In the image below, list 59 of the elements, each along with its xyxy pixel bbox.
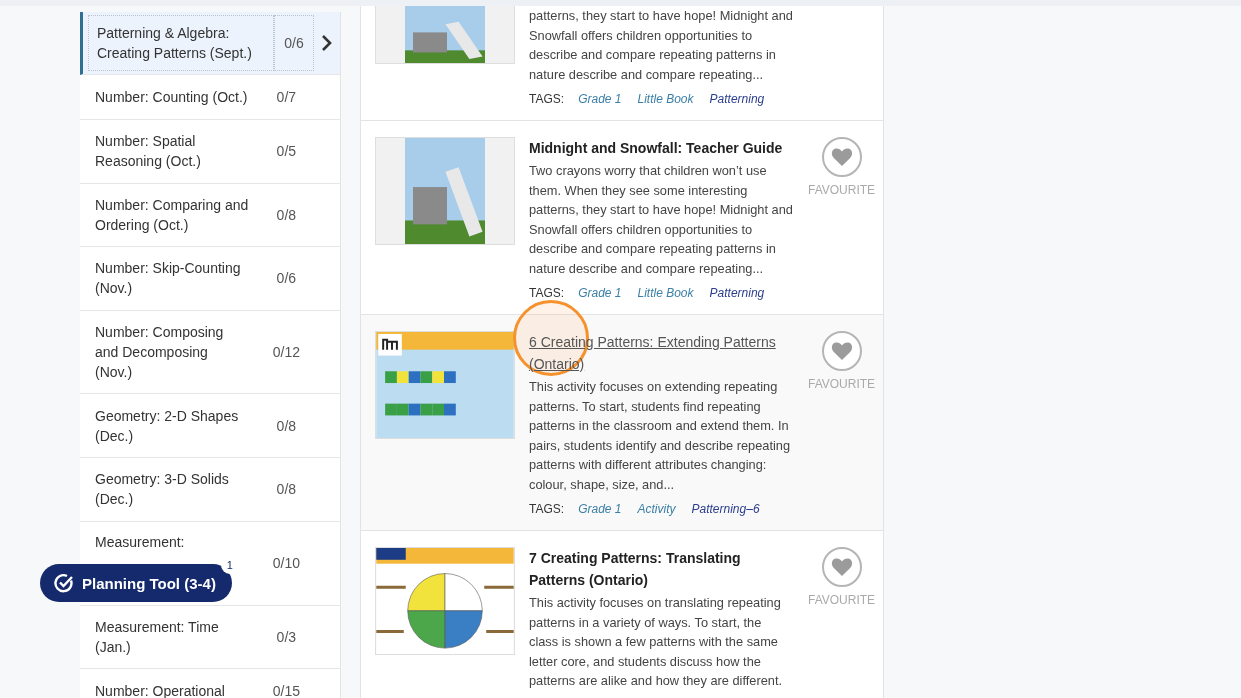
unit-progress: 0/12	[271, 344, 301, 361]
tag-link[interactable]: Patterning–6	[691, 502, 760, 516]
unit-item[interactable]: Geometry: 3-D Solids (Dec.) 0/8	[80, 457, 340, 522]
unit-item[interactable]: Patterning & Algebra: Creating Patterns (Sept.) 0/6	[80, 12, 340, 75]
resource-description: patterns, they start to have hope! Midnight and Snowfall offers children opportunities to describe and compare repeating patterns in nature describe and compare repeating...	[529, 7, 794, 84]
unit-progress: 0/7	[275, 89, 298, 105]
unit-item[interactable]: Number: Spatial Reasoning (Oct.) 0/5	[80, 120, 340, 184]
tags-label: TAGS:	[529, 92, 565, 106]
unit-progress: 0/6	[274, 15, 314, 71]
unit-label: Number: Comparing and Ordering (Oct.)	[94, 195, 250, 235]
unit-label: Measurement: Time (Jan.)	[94, 617, 220, 657]
unit-label: Number: Composing and Decomposing (Nov.)	[94, 323, 225, 383]
unit-label: Geometry: 2-D Shapes (Dec.)	[94, 406, 240, 446]
unit-progress: 0/6	[275, 270, 298, 287]
tag-link[interactable]: Grade 1	[578, 92, 622, 106]
tag-link[interactable]: Patterning	[709, 286, 765, 300]
tag-link[interactable]: Grade 1	[578, 502, 622, 516]
tag-link[interactable]: Grade 1	[578, 286, 622, 300]
unit-item[interactable]: Geometry: 2-D Shapes (Dec.) 0/8	[80, 394, 340, 458]
resource-description: This activity focuses on translating repeating patterns in a variety of ways. To start, the class is shown a few patterns with the same letter core, and students discuss how the patterns are alike and how they are different.	[529, 594, 783, 690]
tag-link[interactable]: Little Book	[637, 92, 694, 106]
favourite-label: FAVOURITE	[808, 593, 876, 607]
unit-label: Patterning & Algebra: Creating Patterns (Sept.)	[88, 15, 274, 71]
unit-label: Number: Spatial Reasoning (Oct.)	[94, 132, 202, 172]
heart-icon	[830, 557, 853, 577]
resource-title-link[interactable]: 7 Creating Patterns: Translating Patterns (Ontario)	[529, 547, 794, 591]
unit-item[interactable]: Number: Composing and Decomposing (Nov.) 0/12	[80, 310, 340, 395]
unit-progress: 0/5	[275, 143, 298, 160]
resource-description: This activity focuses on extending repeating patterns. To start, students find repeating patterns in the classroom and extend them. In pairs, students identify and describe repeating patterns with different attributes changing: colour, shape, size, and...	[529, 378, 792, 494]
tag-link[interactable]: Little Book	[637, 286, 694, 300]
heart-icon	[830, 341, 853, 361]
unit-item[interactable]: Number: Counting (Oct.) 0/7	[80, 75, 340, 120]
chevron-right-icon	[321, 34, 333, 52]
unit-item[interactable]: Measurement: Time (Jan.) 0/3	[80, 605, 340, 670]
unit-progress: 0/10	[271, 555, 301, 572]
unit-progress: 0/15	[271, 683, 301, 698]
favourite-button[interactable]	[821, 547, 862, 587]
favourite-button[interactable]	[821, 331, 862, 371]
favourite-label: FAVOURITE	[808, 183, 876, 197]
unit-label: Number: Counting (Oct.)	[94, 88, 249, 107]
tags-label: TAGS:	[529, 502, 565, 516]
resource-title-link[interactable]: Midnight and Snowfall: Teacher Guide	[529, 137, 794, 159]
unit-progress: 0/8	[275, 417, 298, 434]
tags-label: TAGS:	[529, 286, 565, 300]
heart-icon	[830, 147, 853, 167]
favourite-label: FAVOURITE	[808, 377, 876, 391]
tag-link[interactable]: Activity	[637, 502, 676, 516]
favourite-button[interactable]	[821, 137, 862, 177]
unit-progress: 0/8	[275, 481, 298, 498]
tag-link[interactable]: Patterning	[709, 92, 765, 106]
unit-label: Measurement:	[94, 532, 186, 552]
unit-label: Geometry: 3-D Solids (Dec.)	[94, 470, 230, 510]
resource-description: Two crayons worry that children won’t use them. When they see some interesting patterns, they start to have hope! Midnight and Snowfall offers children opportunities to describe and compare repeating patterns in nature describe and compare repeating...	[529, 162, 794, 278]
unit-progress: 0/8	[275, 206, 298, 223]
unit-item[interactable]: Number: Comparing and Ordering (Oct.) 0/8	[80, 183, 340, 248]
unit-progress: 0/3	[275, 628, 298, 645]
check-circle-icon	[54, 573, 74, 593]
unit-label: Number: Skip-Counting (Nov.)	[94, 259, 242, 299]
unit-item[interactable]: Number: Skip-Counting (Nov.) 0/6	[80, 247, 340, 311]
